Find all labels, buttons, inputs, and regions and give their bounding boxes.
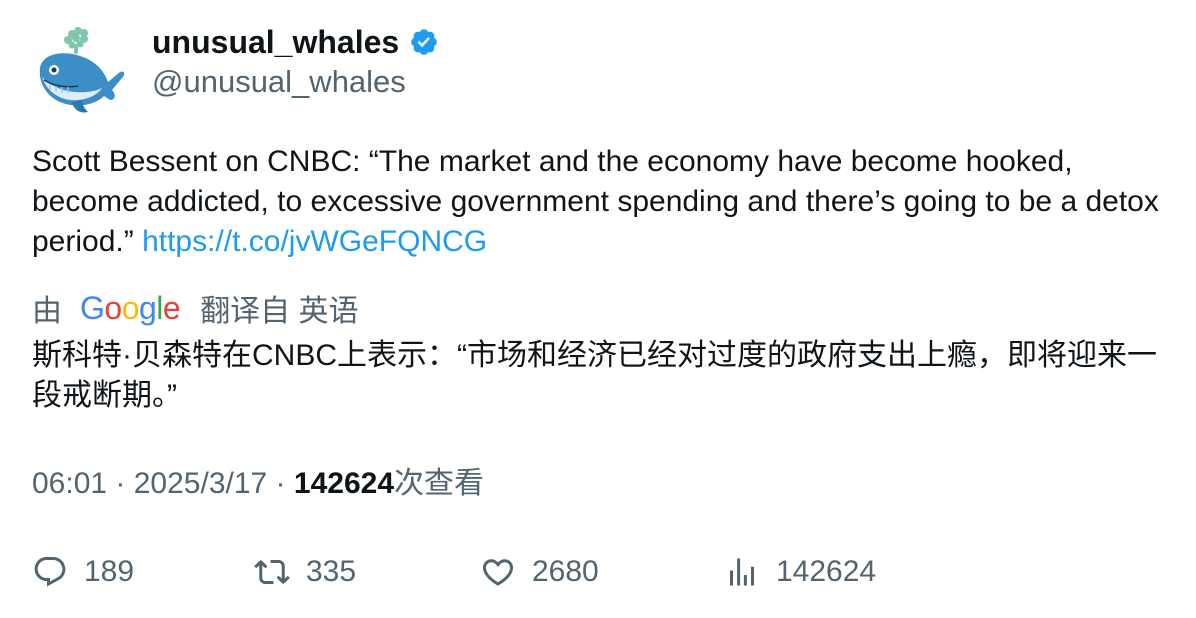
translation-prefix: 由	[32, 295, 62, 328]
translated-text: 斯科特·贝森特在CNBC上表示：“市场和经济已经对过度的政府支出上瘾，即将迎来一…	[32, 339, 1157, 412]
reply-count: 189	[84, 555, 135, 588]
reply-icon	[34, 557, 66, 587]
translation-attribution: 由 Google 翻译自 英语	[32, 288, 359, 329]
retweet-count: 335	[306, 555, 357, 588]
retweet-button[interactable]: 335	[254, 550, 356, 594]
translation-suffix: 翻译自 英语	[200, 295, 359, 328]
google-logo-icon[interactable]: Google	[80, 290, 181, 327]
like-count: 2680	[532, 555, 599, 588]
user-name-row: unusual_whales	[152, 22, 439, 62]
meta-separator: ·	[267, 467, 294, 500]
views-count-action: 142624	[776, 555, 877, 588]
heart-icon	[482, 559, 514, 586]
tweet-meta: 06:01 · 2025/3/17 · 142624次查看	[32, 464, 484, 504]
views-chart-icon	[730, 558, 754, 586]
user-handle[interactable]: @unusual_whales	[152, 64, 406, 100]
tweet-date[interactable]: 2025/3/17	[134, 467, 267, 500]
whale-logo-icon	[39, 27, 125, 113]
meta-separator: ·	[107, 467, 134, 500]
retweet-icon	[254, 559, 290, 585]
views-count: 142624	[293, 467, 394, 500]
avatar[interactable]	[32, 24, 128, 120]
reply-button[interactable]: 189	[32, 550, 134, 594]
tweet-time[interactable]: 06:01	[32, 467, 107, 500]
tweet-text: Scott Bessent on CNBC: “The market and t…	[32, 142, 1172, 262]
like-button[interactable]: 2680	[480, 550, 599, 594]
tweet-link[interactable]: https://t.co/jvWGeFQNCG	[142, 225, 487, 258]
verified-badge-icon	[409, 27, 439, 57]
views-label: 次查看	[394, 467, 484, 500]
display-name[interactable]: unusual_whales	[152, 24, 399, 61]
views-button[interactable]: 142624	[724, 550, 876, 594]
